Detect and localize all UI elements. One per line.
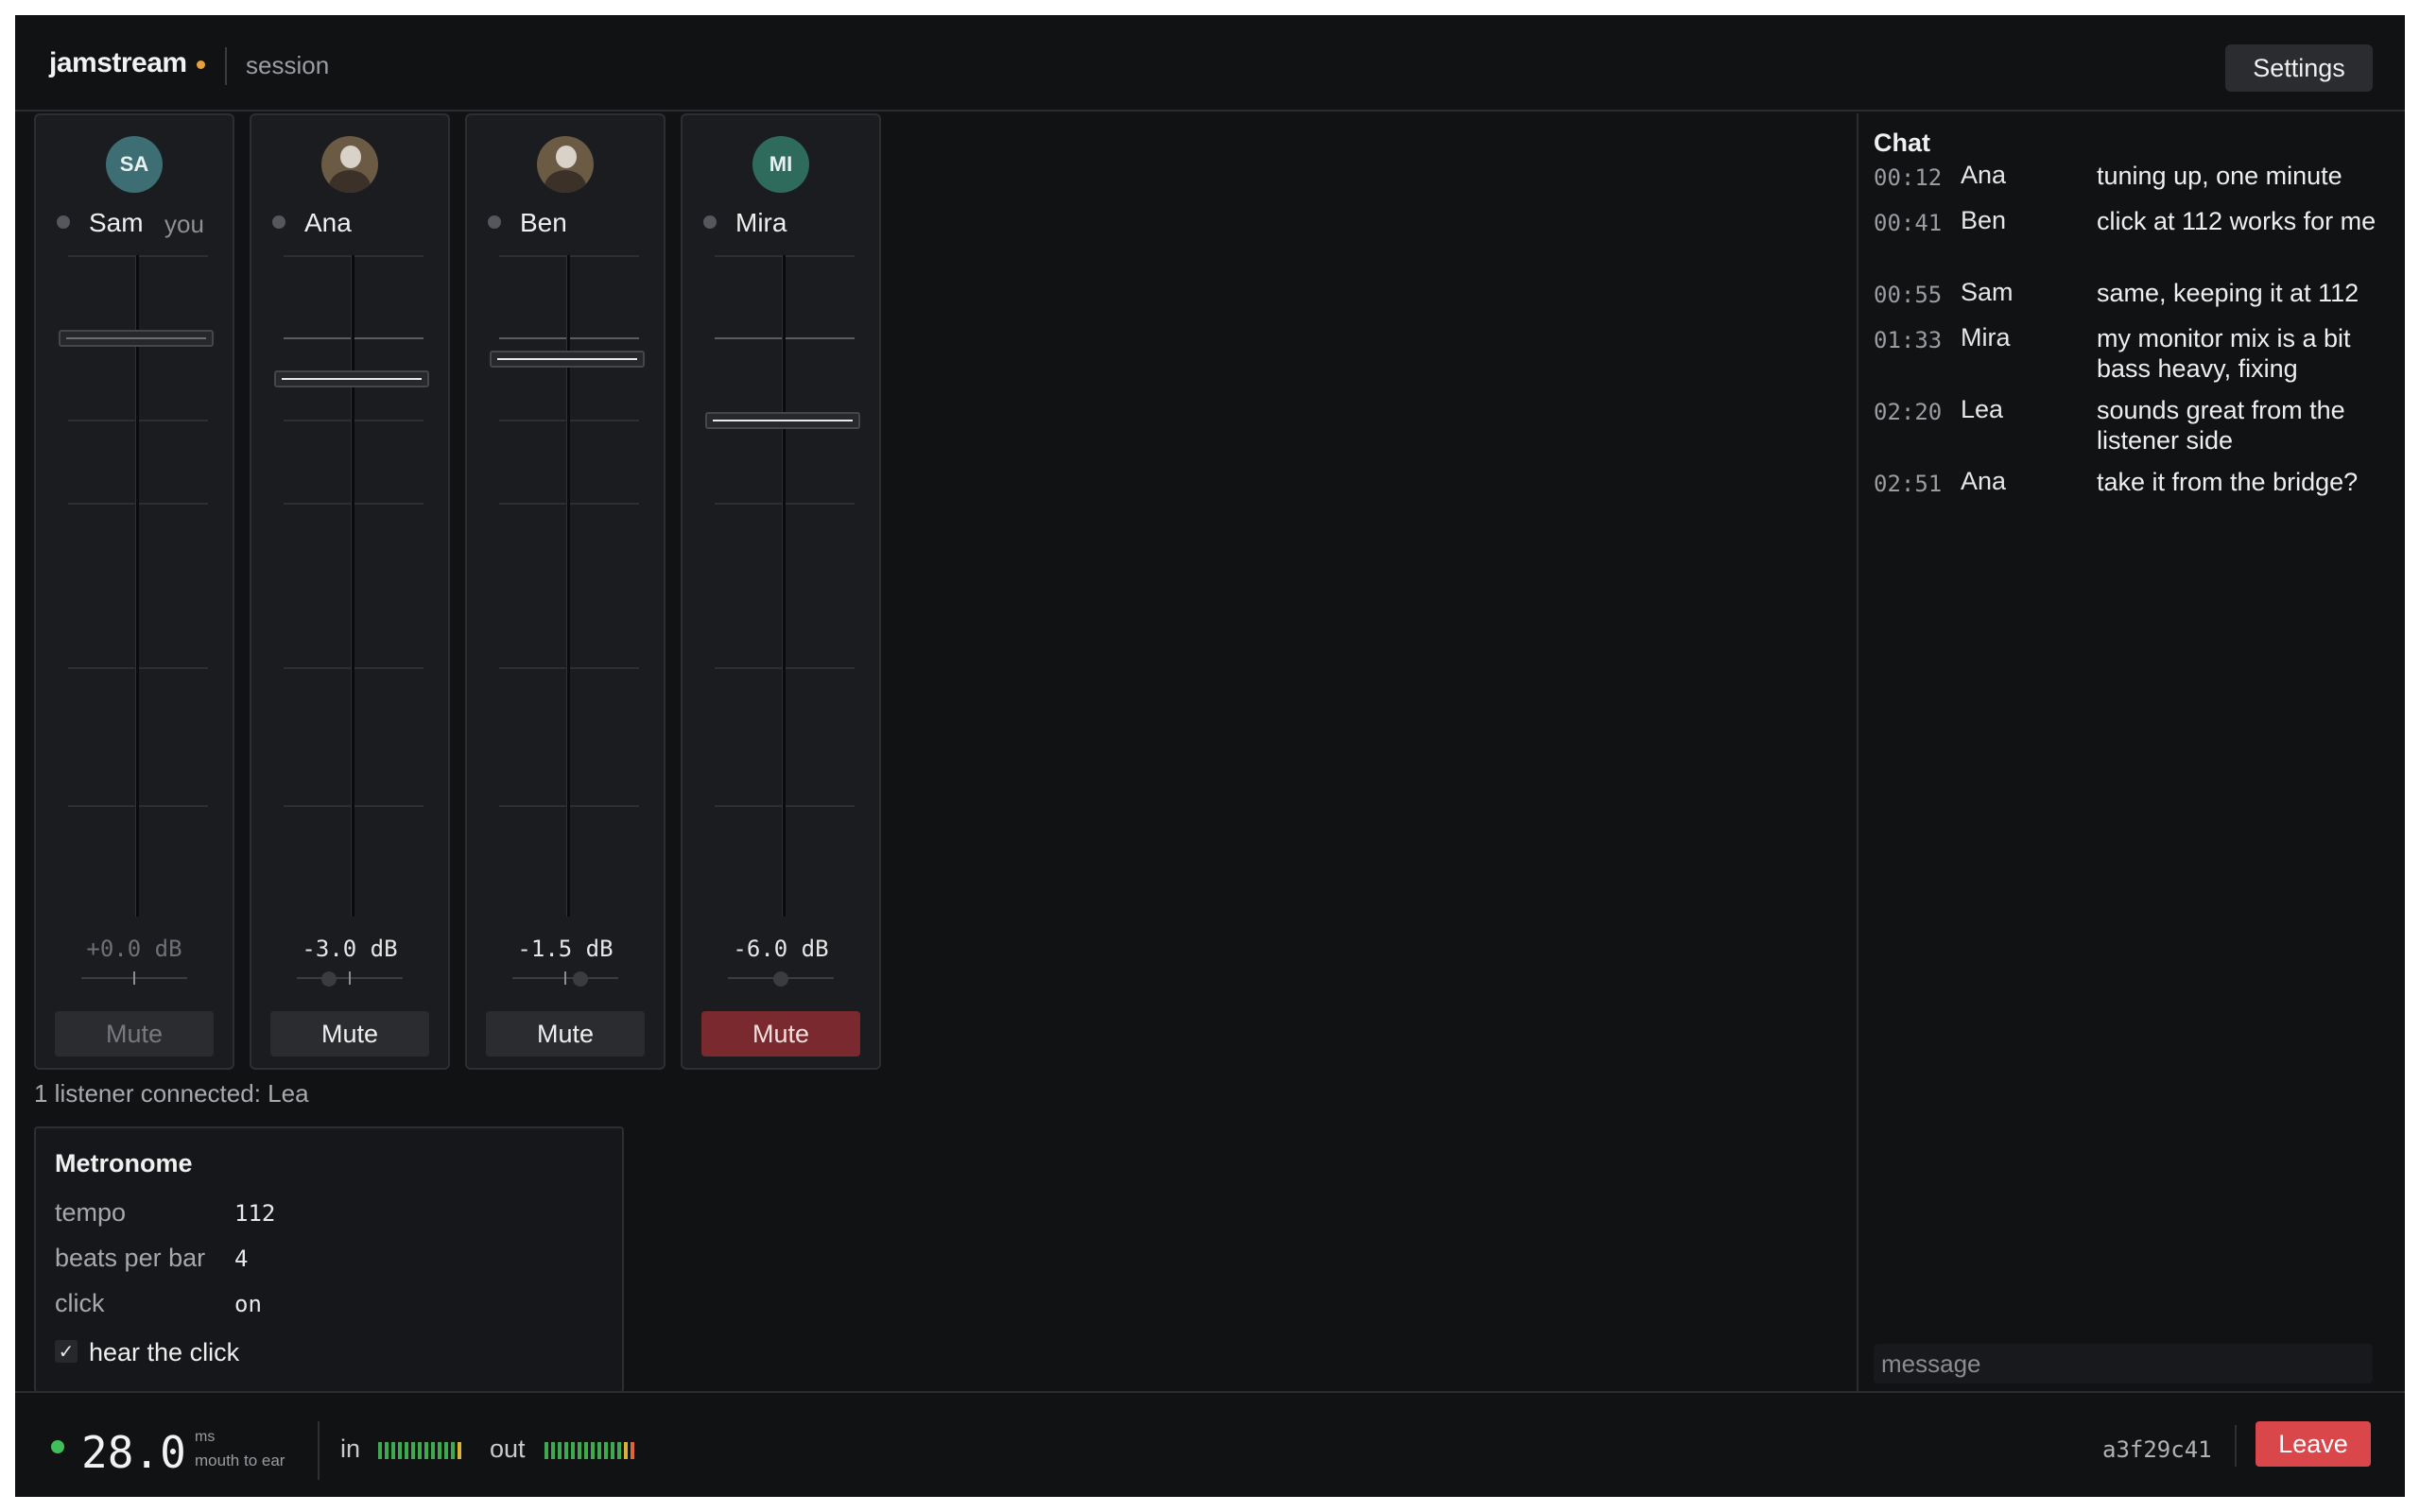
channel-strip-ben: Ben -1.5 dB Mute <box>465 113 666 1070</box>
fader-thumb[interactable] <box>705 412 860 429</box>
footer-divider <box>318 1421 320 1480</box>
message-author: Mira <box>1961 323 2011 352</box>
volume-fader[interactable] <box>490 255 645 917</box>
message-author: Sam <box>1961 278 2014 306</box>
message-text: my monitor mix is a bit bass heavy, fixi… <box>2097 324 2351 383</box>
brand-logo: jamstream <box>49 47 187 78</box>
latency-caption: mouth to ear <box>195 1452 285 1469</box>
message-author: Ana <box>1961 467 2007 495</box>
gain-readout: -1.5 dB <box>517 936 614 962</box>
message-text: tuning up, one minute <box>2097 162 2342 190</box>
volume-fader[interactable] <box>59 255 214 917</box>
message-text: click at 112 works for me <box>2097 207 2377 235</box>
pan-slider[interactable] <box>297 971 403 987</box>
fader-rail <box>135 255 139 917</box>
avatar: SA <box>106 136 163 193</box>
session-id: a3f29c41 <box>2102 1436 2212 1463</box>
volume-fader[interactable] <box>274 255 429 917</box>
mute-button[interactable]: Mute <box>701 1011 860 1057</box>
listener-status: 1 listener connected: Lea <box>34 1079 309 1108</box>
input-meter-label: in <box>340 1435 361 1463</box>
message-author: Ben <box>1961 206 2007 234</box>
message-text: take it from the bridge? <box>2097 468 2359 496</box>
pan-knob[interactable] <box>773 971 788 987</box>
message-time: 00:12 <box>1874 164 1943 191</box>
header-subtitle: session <box>246 51 330 79</box>
avatar-photo-icon <box>537 136 594 193</box>
beats-per-bar-value[interactable]: 4 <box>234 1246 248 1272</box>
tempo-value[interactable]: 112 <box>234 1200 275 1227</box>
hear-click-checkbox[interactable]: ✓ <box>55 1340 78 1363</box>
pan-knob[interactable] <box>573 971 588 987</box>
latency-value: 28.0 <box>81 1427 186 1478</box>
channel-name: Sam <box>89 208 144 237</box>
message-text: sounds great from the listener side <box>2097 396 2345 455</box>
channel-name: Ana <box>304 208 352 237</box>
channel-name: Mira <box>735 208 787 237</box>
pan-knob[interactable] <box>321 971 337 987</box>
avatar-photo-icon <box>321 136 378 193</box>
pan-center-mark <box>349 971 351 985</box>
channel-name: Ben <box>520 208 567 237</box>
message-time: 02:51 <box>1874 471 1943 497</box>
header: jamstream session Settings <box>15 15 2405 112</box>
fader-thumb[interactable] <box>274 370 429 387</box>
output-level-meter <box>544 1442 634 1459</box>
leave-button[interactable]: Leave <box>2256 1421 2371 1467</box>
pan-center-mark <box>564 971 566 985</box>
pan-center-mark <box>133 971 135 985</box>
fader-thumb[interactable] <box>490 351 645 368</box>
fader-rail <box>351 255 354 917</box>
fader-rail <box>782 255 786 917</box>
hear-click-label[interactable]: hear the click <box>89 1338 239 1367</box>
app-window: jamstream session Settings SA Sam you +0… <box>15 15 2405 1497</box>
gain-readout: -6.0 dB <box>733 936 829 962</box>
output-meter-label: out <box>490 1435 526 1463</box>
click-label: click <box>55 1289 105 1317</box>
status-dot-icon <box>488 215 501 229</box>
mute-button[interactable]: Mute <box>55 1011 214 1057</box>
avatar: MI <box>752 136 809 193</box>
mute-button[interactable]: Mute <box>486 1011 645 1057</box>
footer-status-bar: 28.0 ms mouth to ear in out a3f29c41 Lea… <box>15 1391 2405 1497</box>
tempo-label: tempo <box>55 1198 127 1227</box>
message-author: Ana <box>1961 161 2007 189</box>
footer-divider <box>2235 1425 2237 1467</box>
connection-status-dot-icon <box>51 1440 64 1453</box>
mute-button[interactable]: Mute <box>270 1011 429 1057</box>
status-dot-icon <box>57 215 70 229</box>
chat-title: Chat <box>1874 129 1930 157</box>
chat-message-input[interactable] <box>1874 1344 2373 1383</box>
message-text: same, keeping it at 112 <box>2097 279 2360 307</box>
message-time: 00:55 <box>1874 282 1943 308</box>
volume-fader[interactable] <box>705 255 860 917</box>
gain-readout: -3.0 dB <box>302 936 398 962</box>
status-dot-icon <box>703 215 717 229</box>
pan-slider[interactable] <box>728 971 834 987</box>
pan-slider[interactable] <box>81 971 187 985</box>
chat-panel: Chat 00:12 Ana tuning up, one minute 00:… <box>1857 113 2405 1393</box>
you-badge: you <box>164 210 204 238</box>
fader-thumb[interactable] <box>59 330 214 347</box>
brand-dot-icon <box>197 60 205 69</box>
click-value[interactable]: on <box>234 1291 262 1317</box>
metronome-panel: Metronome tempo 112 beats per bar 4 clic… <box>34 1126 624 1393</box>
pan-slider[interactable] <box>512 971 618 987</box>
settings-button[interactable]: Settings <box>2225 44 2373 92</box>
message-author: Lea <box>1961 395 2004 423</box>
channel-strip-mira: MI Mira -6.0 dB Mute <box>681 113 881 1070</box>
message-time: 00:41 <box>1874 210 1943 236</box>
channel-strip-ana: Ana -3.0 dB Mute <box>250 113 450 1070</box>
channel-strip-sam: SA Sam you +0.0 dB Mute <box>34 113 234 1070</box>
beats-per-bar-label: beats per bar <box>55 1244 206 1272</box>
status-dot-icon <box>272 215 285 229</box>
latency-unit: ms <box>195 1429 216 1445</box>
input-level-meter <box>378 1442 461 1459</box>
gain-readout: +0.0 dB <box>86 936 182 962</box>
message-time: 01:33 <box>1874 327 1943 353</box>
message-time: 02:20 <box>1874 399 1943 425</box>
header-divider <box>225 47 227 85</box>
metronome-title: Metronome <box>55 1149 193 1177</box>
